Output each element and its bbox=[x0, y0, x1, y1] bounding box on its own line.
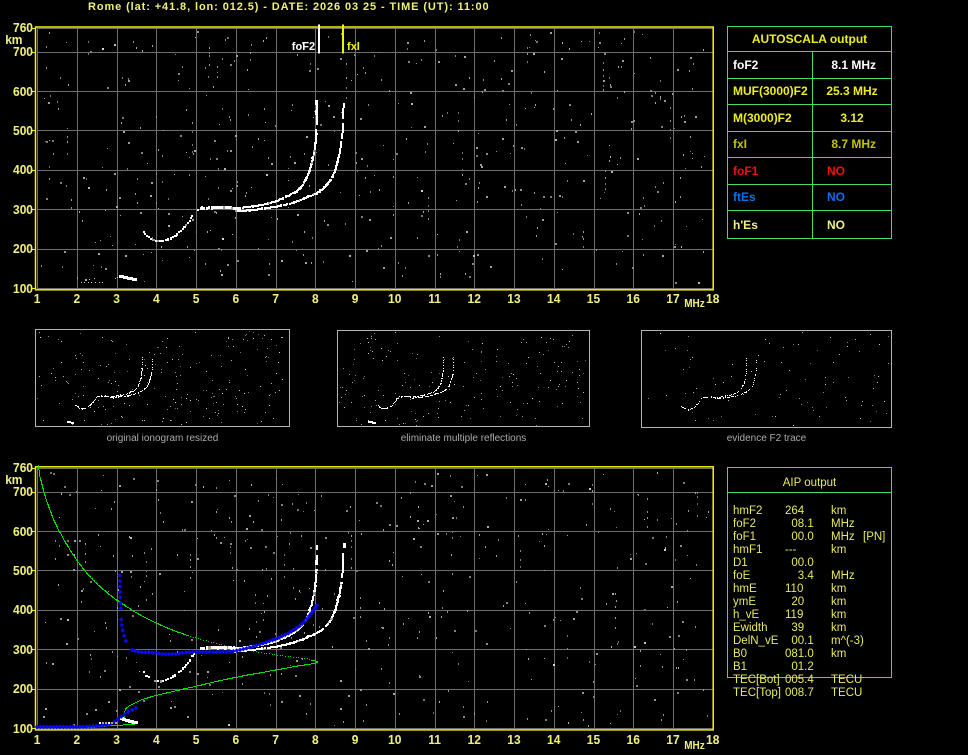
autoscala-table-title: AUTOSCALA output bbox=[728, 27, 891, 52]
aip-row-hmE: hmE 110 km bbox=[727, 583, 967, 596]
autoscala-param-value: 3.12 bbox=[840, 110, 864, 125]
autoscala-param-value: NO bbox=[827, 190, 845, 205]
thumbnail-original-ionogram bbox=[35, 329, 290, 427]
aip-row-D1: D1 00.0 bbox=[727, 557, 967, 570]
thumbnail-evidence-f2-trace bbox=[641, 330, 892, 428]
aip-row-B1: B1 01.2 bbox=[727, 661, 967, 674]
aip-value: 008.7 bbox=[785, 687, 814, 699]
aip-row-foE: foE 3.4 MHz bbox=[727, 570, 967, 583]
aip-value: 005.4 bbox=[785, 674, 814, 686]
autoscala-param-label: fxI bbox=[728, 131, 813, 157]
aip-unit: km bbox=[831, 596, 847, 608]
aip-unit: km bbox=[831, 622, 847, 634]
aip-param: D1 bbox=[733, 557, 748, 569]
aip-param: hmE bbox=[733, 583, 757, 595]
autoscala-param-label: foF1 bbox=[728, 158, 813, 184]
autoscala-row-MUF(3000)F2: MUF(3000)F2 25.3 MHz bbox=[728, 78, 891, 105]
aip-unit: km bbox=[831, 544, 847, 556]
aip-row-DelN_vE: DelN_vE 00.1 m^(-3) bbox=[727, 635, 967, 648]
aip-param: TEC[Top] bbox=[733, 687, 781, 699]
top-ionogram-plot bbox=[0, 16, 730, 316]
aip-row-Ewidth: Ewidth 39 km bbox=[727, 622, 967, 635]
aip-table-title: AIP output bbox=[782, 477, 837, 489]
aip-unit: TECU bbox=[831, 674, 863, 686]
aip-row-ymE: ymE 20 km bbox=[727, 596, 967, 609]
aip-row-TEC[Bot]: TEC[Bot] 005.4 TECU bbox=[727, 674, 967, 687]
aip-value: 01.2 bbox=[785, 661, 814, 673]
aip-unit: MHz bbox=[831, 531, 855, 543]
autoscala-row-fxI: fxI 8.7 MHz bbox=[728, 131, 891, 158]
autoscala-row-ftEs: ftEs NO bbox=[728, 184, 891, 211]
autoscala-row-foF1: foF1 NO bbox=[728, 158, 891, 185]
aip-row-TEC[Top]: TEC[Top] 008.7 TECU bbox=[727, 687, 967, 700]
autoscala-param-label: M(3000)F2 bbox=[728, 105, 813, 131]
aip-param: hmF2 bbox=[733, 505, 763, 517]
autoscala-row-M(3000)F2: M(3000)F2 3.12 bbox=[728, 105, 891, 132]
aip-row-hmF2: hmF2 264 km bbox=[727, 505, 967, 518]
aip-unit: TECU bbox=[831, 687, 863, 699]
thumbnail-caption: eliminate multiple reflections bbox=[400, 433, 527, 444]
aip-unit: MHz bbox=[831, 518, 855, 530]
thumbnail-eliminate-reflections bbox=[337, 330, 590, 427]
aip-param: foF2 bbox=[733, 518, 757, 530]
aip-note: [PN] bbox=[863, 531, 886, 543]
aip-value: 39 bbox=[785, 622, 805, 634]
autoscala-output-table: AUTOSCALA output foF2 8.1 MHz MUF(3000)F2… bbox=[727, 26, 892, 239]
aip-param: foE bbox=[733, 570, 751, 582]
aip-param: DelN_vE bbox=[733, 635, 779, 647]
aip-row-hmF1: hmF1 --- km bbox=[727, 544, 967, 557]
aip-unit: km bbox=[831, 505, 847, 517]
aip-param: Ewidth bbox=[733, 622, 768, 634]
autoscala-param-value: 8.1 MHz bbox=[827, 57, 876, 72]
aip-row-foF2: foF2 08.1 MHz bbox=[727, 518, 967, 531]
aip-unit: m^(-3) bbox=[831, 635, 864, 647]
aip-value: 08.1 bbox=[785, 518, 814, 530]
aip-row-h_vE: h_vE 119 km bbox=[727, 609, 967, 622]
aip-value: 00.0 bbox=[785, 531, 814, 543]
autoscala-param-value: 8.7 MHz bbox=[827, 137, 876, 152]
autoscala-param-value: 25.3 MHz bbox=[826, 84, 878, 99]
bottom-ionogram-plot bbox=[0, 455, 730, 755]
aip-row-foF1: foF1 00.0 MHz [PN] bbox=[727, 531, 967, 544]
aip-value: 264 bbox=[785, 505, 805, 517]
aip-value: 00.1 bbox=[785, 635, 814, 647]
aip-param: B1 bbox=[733, 661, 748, 673]
autoscala-param-value: NO bbox=[827, 218, 845, 232]
aip-table-divider bbox=[727, 492, 892, 493]
thumbnail-caption: evidence F2 trace bbox=[726, 433, 807, 444]
aip-unit: km bbox=[831, 609, 847, 621]
autoscala-param-label: foF2 bbox=[728, 52, 813, 78]
aip-value: 3.4 bbox=[785, 570, 814, 582]
aip-value: 110 bbox=[785, 583, 804, 595]
aip-param: B0 bbox=[733, 648, 748, 660]
aip-param: foF1 bbox=[733, 531, 757, 543]
autoscala-row-h'Es: h'Es NO bbox=[728, 211, 891, 239]
aip-param: hmF1 bbox=[733, 544, 763, 556]
aip-value: 20 bbox=[785, 596, 805, 608]
aip-unit: km bbox=[831, 648, 847, 660]
autoscala-param-label: MUF(3000)F2 bbox=[728, 78, 813, 104]
autoscala-screen: Rome (lat: +41.8, lon: 012.5) - DATE: 20… bbox=[0, 0, 968, 755]
aip-value: --- bbox=[785, 544, 797, 556]
page-title: Rome (lat: +41.8, lon: 012.5) - DATE: 20… bbox=[88, 1, 490, 13]
aip-unit: MHz bbox=[831, 570, 855, 582]
aip-value: 119 bbox=[785, 609, 804, 621]
aip-unit: km bbox=[831, 583, 847, 595]
aip-value: 00.0 bbox=[785, 557, 814, 569]
aip-value: 081.0 bbox=[785, 648, 814, 660]
autoscala-param-value: NO bbox=[827, 163, 845, 178]
autoscala-param-label: h'Es bbox=[728, 211, 813, 239]
thumbnail-caption: original ionogram resized bbox=[106, 433, 219, 444]
autoscala-param-label: ftEs bbox=[728, 184, 813, 210]
autoscala-row-foF2: foF2 8.1 MHz bbox=[728, 52, 891, 79]
aip-row-B0: B0 081.0 km bbox=[727, 648, 967, 661]
aip-param: h_vE bbox=[733, 609, 760, 621]
aip-param: TEC[Bot] bbox=[733, 674, 780, 686]
aip-param: ymE bbox=[733, 596, 756, 608]
